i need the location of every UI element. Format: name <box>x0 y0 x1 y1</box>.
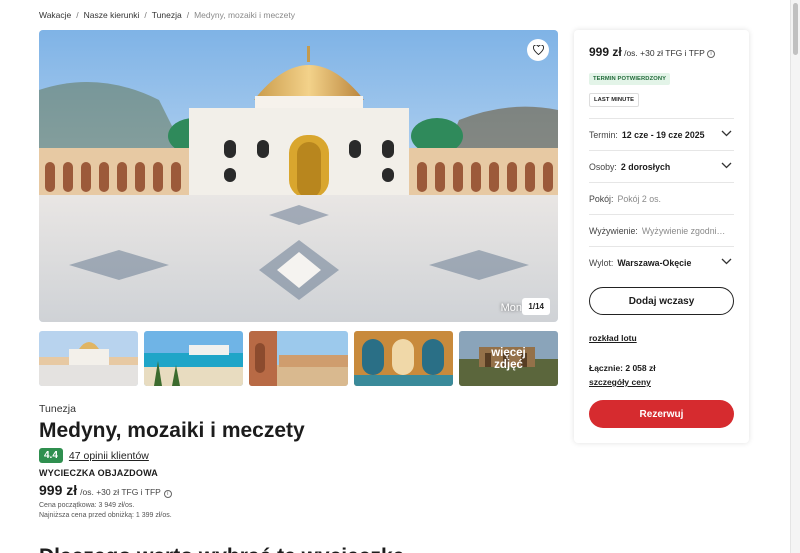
start-price: Cena początkowa: 3 949 zł/os. <box>39 502 135 509</box>
main-gallery-image[interactable]: Mon 1/14 <box>39 30 558 322</box>
section-heading: Dlaczego warto wybrać tę wycieczkę <box>39 545 404 553</box>
panel-price: 999 zł /os. +30 zł TFG i TFP i <box>589 45 734 59</box>
trip-type: WYCIECZKA OBJAZDOWA <box>39 468 158 478</box>
add-vacation-button[interactable]: Dodaj wczasy <box>589 287 734 315</box>
thumbnail-4[interactable] <box>354 331 453 386</box>
thumbnail-2[interactable] <box>144 331 243 386</box>
rating-row: 4.4 47 opinii klientów <box>39 448 559 463</box>
thumbnail-strip: więcej zdjęć <box>39 331 558 386</box>
breadcrumb-wakacje[interactable]: Wakacje <box>39 10 71 20</box>
heart-icon <box>532 45 544 55</box>
thumbnail-image <box>249 331 348 386</box>
page-scrollbar[interactable] <box>790 0 800 553</box>
thumbnail-image <box>39 331 138 386</box>
thumbnail-3[interactable] <box>249 331 348 386</box>
breadcrumb: Wakacje / Nasze kierunki / Tunezja / Med… <box>39 10 295 20</box>
breadcrumb-tunezja[interactable]: Tunezja <box>152 10 182 20</box>
total-price: Łącznie: 2 058 zł <box>589 363 656 373</box>
info-icon[interactable]: i <box>163 490 172 498</box>
info-icon[interactable]: i <box>707 49 715 58</box>
breadcrumb-separator: / <box>186 10 190 20</box>
photo-counter: 1/14 <box>522 298 550 315</box>
breadcrumb-nasze-kierunki[interactable]: Nasze kierunki <box>84 10 140 20</box>
scrollbar-thumb[interactable] <box>793 3 798 55</box>
badge-last-minute: LAST MINUTE <box>589 93 640 107</box>
chevron-down-icon <box>721 162 732 169</box>
breadcrumb-separator: / <box>76 10 79 20</box>
thumbnail-image <box>144 331 243 386</box>
badges: TERMIN POTWIERDZONY LAST MINUTE <box>589 67 734 110</box>
thumbnail-1[interactable] <box>39 331 138 386</box>
chevron-down-icon <box>721 258 732 265</box>
reserve-button[interactable]: Rezerwuj <box>589 400 734 428</box>
badge-confirmed: TERMIN POTWIERDZONY <box>589 73 671 85</box>
departure-select[interactable]: Wylot: Warszawa-Okęcie <box>589 246 734 278</box>
breadcrumb-current: Medyny, mozaiki i meczety <box>194 10 296 20</box>
price-row: 999 zł /os. +30 zł TFG i TFP i <box>39 482 559 498</box>
flight-schedule-link[interactable]: rozkład lotu <box>589 333 734 343</box>
thumbnail-image <box>354 331 453 386</box>
persons-select[interactable]: Osoby: 2 dorosłych <box>589 150 734 182</box>
term-select[interactable]: Termin: 12 cze - 19 cze 2025 <box>589 118 734 150</box>
price-note: /os. +30 zł TFG i TFP <box>80 487 161 497</box>
breadcrumb-separator: / <box>144 10 147 20</box>
board-select[interactable]: Wyżywienie:Wyżywienie zgodnie z programe… <box>589 214 734 246</box>
rating-badge: 4.4 <box>39 448 63 463</box>
room-select[interactable]: Pokój: Pokój 2 os. <box>589 182 734 214</box>
lowest-price: Najniższa cena przed obniżką: 1 399 zł/o… <box>39 512 172 519</box>
thumbnail-more[interactable]: więcej zdjęć <box>459 331 558 386</box>
offer-country: Tunezja <box>39 403 76 415</box>
price-details-link[interactable]: szczegóły ceny <box>589 377 734 387</box>
reviews-link[interactable]: 47 opinii klientów <box>69 450 149 462</box>
offer-summary: Tunezja Medyny, mozaiki i meczety 4.4 47… <box>39 403 559 521</box>
more-photos-label: więcej zdjęć <box>459 331 558 386</box>
favorite-button[interactable] <box>527 39 549 61</box>
price-value: 999 zł <box>39 482 78 498</box>
page-title: Medyny, mozaiki i meczety <box>39 419 305 442</box>
chevron-down-icon <box>721 130 732 137</box>
mausoleum-photo <box>39 30 558 322</box>
booking-panel: 999 zł /os. +30 zł TFG i TFP i TERMIN PO… <box>574 30 749 443</box>
photo-caption: Mon <box>500 302 522 314</box>
